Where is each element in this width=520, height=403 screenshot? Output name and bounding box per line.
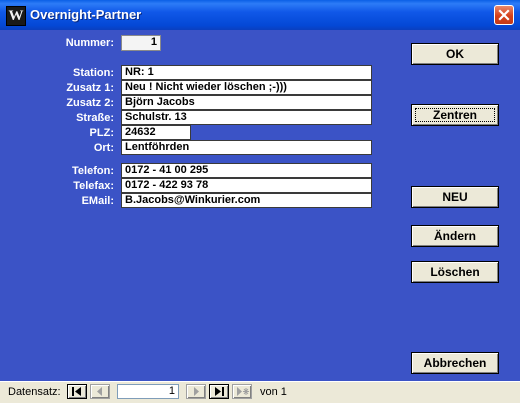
- zentren-button[interactable]: Zentren: [411, 104, 499, 126]
- loeschen-button[interactable]: Löschen: [411, 261, 499, 283]
- next-record-button[interactable]: [186, 384, 206, 399]
- zusatz1-label: Zusatz 1:: [66, 82, 114, 94]
- ort-label: Ort:: [93, 142, 114, 154]
- telefax-label: Telefax:: [73, 180, 114, 192]
- first-record-icon: [72, 387, 81, 396]
- record-navigator: Datensatz: 1 von 1: [0, 381, 520, 403]
- zusatz2-field[interactable]: Björn Jacobs: [121, 95, 372, 110]
- previous-record-icon: [97, 387, 102, 396]
- previous-record-button[interactable]: [90, 384, 110, 399]
- telefon-label: Telefon:: [72, 165, 114, 177]
- new-record-button[interactable]: [232, 384, 252, 399]
- last-record-icon: [215, 387, 224, 396]
- last-record-button[interactable]: [209, 384, 229, 399]
- app-icon[interactable]: W: [6, 6, 26, 26]
- record-count: von 1: [260, 386, 287, 398]
- window-title: Overnight-Partner: [30, 7, 142, 22]
- ort-field[interactable]: Lentföhrden: [121, 140, 372, 155]
- record-navigator-label: Datensatz:: [8, 386, 61, 398]
- next-record-icon: [194, 387, 199, 396]
- email-field[interactable]: B.Jacobs@Winkurier.com: [121, 193, 372, 208]
- telefon-field[interactable]: 0172 - 41 00 295: [121, 163, 372, 178]
- neu-button[interactable]: NEU: [411, 186, 499, 208]
- strasse-field[interactable]: Schulstr. 13: [121, 110, 372, 125]
- abbrechen-button[interactable]: Abbrechen: [411, 352, 499, 374]
- zusatz2-label: Zusatz 2:: [66, 97, 114, 109]
- station-field[interactable]: NR: 1: [121, 65, 372, 80]
- first-record-button[interactable]: [67, 384, 87, 399]
- station-label: Station:: [73, 67, 114, 79]
- plz-label: PLZ:: [89, 127, 114, 139]
- title-bar[interactable]: W Overnight-Partner: [0, 0, 520, 30]
- current-record-input[interactable]: 1: [117, 384, 179, 399]
- close-button[interactable]: [494, 5, 514, 25]
- nummer-field[interactable]: 1: [121, 35, 161, 51]
- zusatz1-field[interactable]: Neu ! Nicht wieder löschen ;-))): [121, 80, 372, 95]
- telefax-field[interactable]: 0172 - 422 93 78: [121, 178, 372, 193]
- new-record-icon: [237, 387, 249, 396]
- strasse-label: Straße:: [76, 112, 114, 124]
- plz-field[interactable]: 24632: [121, 125, 191, 140]
- ok-button[interactable]: OK: [411, 43, 499, 65]
- close-icon: [498, 9, 510, 21]
- email-label: EMail:: [81, 195, 114, 207]
- nummer-label: Nummer:: [65, 37, 114, 49]
- aendern-button[interactable]: Ändern: [411, 225, 499, 247]
